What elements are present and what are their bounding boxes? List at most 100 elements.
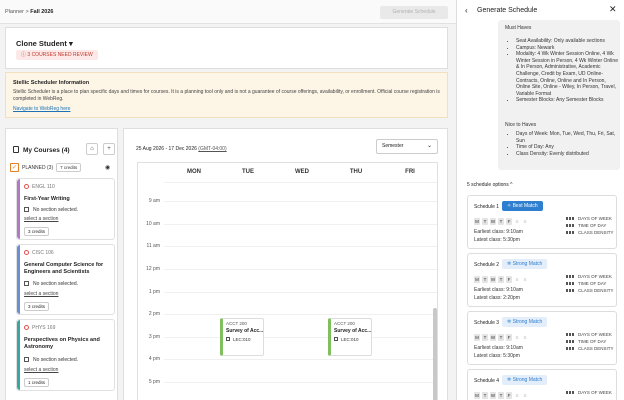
class-event[interactable]: ACCT 200 Survey of Acc... LEC:010 <box>220 318 264 356</box>
calendar-icon <box>334 337 338 341</box>
class-event[interactable]: ACCT 200 Survey of Acc... LEC:010 <box>328 318 372 356</box>
chevron-down-icon: ⌄ <box>426 143 432 149</box>
day-chip: M <box>474 218 480 225</box>
hour-label: 12 pm <box>146 266 160 272</box>
day-header-tue: TUE <box>242 169 254 175</box>
info-title: Stellic Scheduler Information <box>13 80 90 86</box>
day-chip: T <box>498 392 504 399</box>
day-chip: T <box>482 276 488 283</box>
alert-icon: ⓘ <box>21 52 27 58</box>
planned-credits: 7 credits <box>56 163 82 172</box>
metric-density: CLASS DENSITY <box>566 346 614 351</box>
day-chip: S <box>515 393 519 398</box>
select-section-link[interactable]: select a section <box>24 291 58 297</box>
day-chip: W <box>490 276 496 283</box>
week-grid: MON TUE WED THU FRI 9 am 10 am 11 am 12 … <box>137 162 438 400</box>
event-section: LEC:010 <box>334 337 359 342</box>
earliest-class: Earliest class: 9:10am <box>474 345 523 351</box>
calendar-icon <box>24 281 29 286</box>
semester-select[interactable]: Semester ⌄ <box>376 139 438 154</box>
match-badge: ✲ Strong Match <box>502 259 548 269</box>
calendar-icon <box>24 207 29 212</box>
add-course-button[interactable]: + <box>103 143 115 155</box>
select-section-link[interactable]: select a section <box>24 216 58 222</box>
book-icon <box>13 146 19 153</box>
event-code: ACCT 200 <box>334 321 355 326</box>
grid-line <box>164 269 437 270</box>
course-card[interactable]: PHYS 169 Perspectives on Physics and Ast… <box>16 319 115 391</box>
student-card: Clone Student ▾ ⓘ 3 COURSES NEED REVIEW <box>5 27 448 69</box>
must-haves-label: Must Haves <box>505 25 532 31</box>
latest-class: Latest class: 5:30pm <box>474 237 520 243</box>
metric-time: TIME OF DAY <box>566 339 606 344</box>
grid-line <box>164 314 437 315</box>
day-chip: T <box>498 334 504 341</box>
day-chips: MTWTFSS <box>474 276 530 283</box>
grid-line <box>164 359 437 360</box>
schedule-option-card[interactable]: Schedule 4 ✲ Strong Match MTWTFSS DAYS O… <box>467 369 617 400</box>
day-chip: T <box>482 218 488 225</box>
date-range: 25 Aug 2026 - 17 Dec 2026 (GMT-04:00) <box>136 146 227 152</box>
no-section-text: No section selected. <box>24 281 78 287</box>
day-chip: F <box>506 334 512 341</box>
course-card[interactable]: CISC 106 General Computer Science for En… <box>16 244 115 315</box>
grid-line <box>164 382 437 383</box>
planned-group-header[interactable]: ✓ PLANNED (3) 7 credits <box>10 163 82 173</box>
select-section-link[interactable]: select a section <box>24 367 58 373</box>
rating-pips <box>566 391 575 394</box>
match-badge: ✲ Strong Match <box>502 375 548 385</box>
breadcrumb-current: Fall 2026 <box>30 9 54 15</box>
calendar-icon <box>226 337 230 341</box>
day-chip: M <box>474 334 480 341</box>
course-color-bar <box>17 245 20 314</box>
schedule-option-card[interactable]: Schedule 2 ✲ Strong Match MTWTFSS Earlie… <box>467 253 617 307</box>
day-chip: W <box>490 392 496 399</box>
hour-label: 5 pm <box>148 379 160 385</box>
day-chip: T <box>482 392 488 399</box>
latest-class: Latest class: 2:20pm <box>474 295 520 301</box>
schedule-option-card[interactable]: Schedule 1 ✧ Best Match MTWTFSS Earliest… <box>467 195 617 249</box>
day-chip: F <box>506 392 512 399</box>
nice-to-haves-label: Nice to Haves <box>505 122 537 128</box>
close-icon[interactable]: ✕ <box>609 4 617 15</box>
rating-pips <box>566 333 575 336</box>
metric-days: DAYS OF WEEK <box>566 216 612 221</box>
webreg-link[interactable]: Navigate to WebReg here <box>13 106 70 112</box>
event-title: Survey of Acc... <box>226 328 264 334</box>
chevron-up-icon: ^ <box>510 182 513 188</box>
no-section-text: No section selected. <box>24 207 78 213</box>
generate-schedule-button[interactable]: Generate Schedule <box>380 6 448 19</box>
rating-pips <box>566 289 575 292</box>
day-chip: T <box>498 218 504 225</box>
schedule-option-card[interactable]: Schedule 3 ✲ Strong Match MTWTFSS Earlie… <box>467 311 617 365</box>
calendar-panel: 25 Aug 2026 - 17 Dec 2026 (GMT-04:00) Se… <box>123 128 448 400</box>
calendar-icon <box>24 357 29 362</box>
day-chip: F <box>506 218 512 225</box>
sparkle-icon: ✲ <box>507 377 512 383</box>
calendar-scrollbar[interactable] <box>433 308 437 400</box>
no-section-text: No section selected. <box>24 357 78 363</box>
breadcrumb-planner[interactable]: Planner <box>5 9 24 15</box>
breadcrumb: Planner > Fall 2026 <box>5 9 54 15</box>
tag-icon-button[interactable]: ⌂ <box>86 143 98 155</box>
grid-line <box>164 201 437 202</box>
eye-icon[interactable]: ◉ <box>105 164 110 171</box>
back-arrow-icon[interactable]: ‹ <box>465 6 468 15</box>
day-chip: F <box>506 276 512 283</box>
rating-pips <box>566 347 575 350</box>
event-section: LEC:010 <box>226 337 251 342</box>
metric-days: DAYS OF WEEK <box>566 274 612 279</box>
student-name[interactable]: Clone Student ▾ <box>16 39 73 48</box>
top-bar: Planner > Fall 2026 Generate Schedule <box>0 0 456 24</box>
student-caret-icon: ▾ <box>68 39 73 48</box>
day-header-mon: MON <box>187 169 201 175</box>
day-chip: T <box>482 334 488 341</box>
schedule-options-toggle[interactable]: 5 schedule options ^ <box>467 182 512 188</box>
hour-label: 9 am <box>148 198 160 204</box>
rating-pips <box>566 224 575 227</box>
course-card[interactable]: ENGL 110 First-Year Writing No section s… <box>16 178 115 240</box>
day-chip: S <box>523 393 527 398</box>
timezone-link[interactable]: (GMT-04:00) <box>198 146 226 152</box>
review-badge[interactable]: ⓘ 3 COURSES NEED REVIEW <box>16 50 98 60</box>
day-chip: W <box>490 218 496 225</box>
